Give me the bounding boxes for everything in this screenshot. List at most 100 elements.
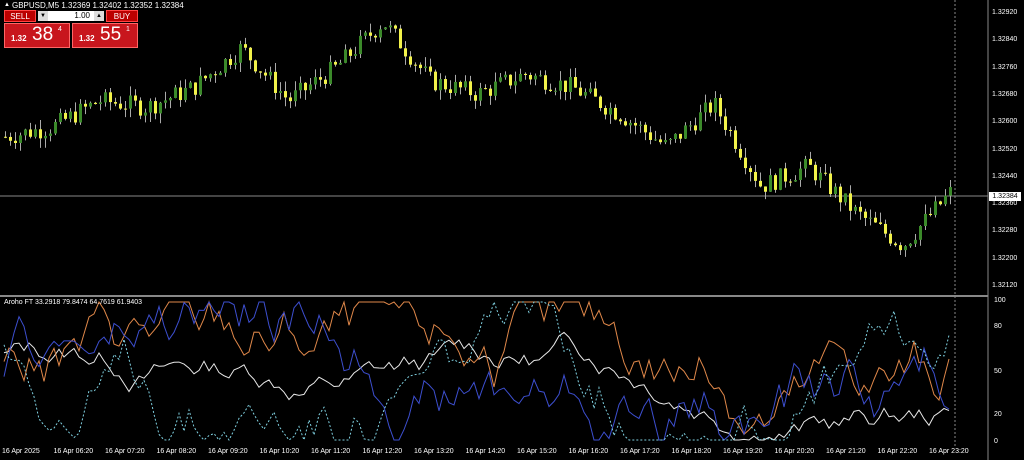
candle-body — [899, 245, 902, 251]
candle-body — [424, 66, 427, 69]
price-chart[interactable] — [0, 0, 1024, 460]
time-axis-label: 16 Apr 14:20 — [465, 448, 506, 455]
time-axis-label: 16 Apr 16:20 — [568, 448, 609, 455]
candle-body — [829, 173, 832, 195]
candle-body — [739, 148, 742, 158]
time-axis-label: 16 Apr 17:20 — [620, 448, 660, 455]
candle-body — [299, 82, 302, 91]
candle-body — [649, 132, 652, 140]
candle-body — [164, 100, 167, 103]
candle-body — [234, 62, 237, 65]
candle-body — [189, 82, 192, 88]
price-axis-label: 1.32840 — [992, 36, 1018, 44]
indicator-line — [3, 301, 950, 441]
candle-body — [849, 193, 852, 211]
candle-body — [869, 217, 872, 219]
indicator-line — [3, 300, 950, 442]
candle-body — [214, 74, 217, 76]
candle-body — [359, 35, 362, 55]
candle-body — [259, 71, 262, 73]
candle-body — [154, 101, 157, 114]
candle-body — [694, 125, 697, 131]
candle-body — [679, 133, 682, 139]
candle-body — [89, 102, 92, 107]
time-axis-label: 16 Apr 20:20 — [774, 448, 815, 455]
candle-body — [269, 71, 272, 76]
indicator-line — [3, 331, 950, 441]
candle-body — [124, 108, 127, 110]
candle-body — [94, 102, 97, 105]
candle-body — [519, 73, 522, 82]
candle-body — [774, 175, 777, 190]
candle-body — [99, 102, 102, 105]
candle-body — [719, 97, 722, 117]
candle-body — [354, 54, 357, 56]
candle-body — [279, 91, 282, 93]
time-axis-label: 16 Apr 22:20 — [877, 448, 918, 455]
candle-body — [609, 107, 612, 115]
candle-body — [384, 27, 387, 30]
price-axis-label: 1.32120 — [992, 282, 1018, 289]
candle-body — [554, 90, 557, 92]
candle-body — [144, 112, 147, 116]
candle-body — [364, 32, 367, 36]
buy-button[interactable]: BUY — [106, 10, 138, 22]
candle-body — [594, 88, 597, 97]
candle-body — [669, 138, 672, 141]
candle-body — [64, 112, 67, 119]
price-axis-label: 1.32520 — [992, 145, 1018, 153]
candle-body — [929, 213, 932, 216]
time-axis-label: 16 Apr 06:20 — [53, 448, 94, 455]
candle-body — [69, 111, 72, 119]
candle-body — [74, 111, 77, 123]
price-axis-label: 1.32360 — [992, 200, 1018, 208]
lot-increase-icon[interactable]: ▲ — [94, 11, 104, 21]
candle-body — [834, 186, 837, 195]
candle-body — [859, 206, 862, 212]
candle-body — [409, 56, 412, 65]
candle-body — [54, 121, 57, 134]
candle-body — [524, 73, 527, 75]
candle-body — [804, 158, 807, 169]
buy-price-button[interactable]: 1.32 55 1 — [72, 23, 138, 48]
candle-body — [634, 122, 637, 126]
candle-body — [104, 92, 107, 103]
price-axis-label: 1.32600 — [992, 118, 1018, 126]
candle-body — [539, 75, 542, 77]
candle-body — [579, 87, 582, 96]
collapse-arrow-icon[interactable]: ▲ — [4, 2, 10, 8]
candle-body — [459, 81, 462, 88]
candle-body — [489, 88, 492, 96]
sell-price-pips: 38 — [32, 24, 54, 45]
price-axis-label: 1.32920 — [992, 9, 1018, 16]
candle-body — [199, 75, 202, 95]
candle-body — [14, 140, 17, 144]
time-axis-label: 16 Apr 23:20 — [929, 448, 969, 455]
sell-price-fraction: 4 — [58, 26, 62, 33]
time-axis-label: 16 Apr 07:20 — [105, 448, 145, 455]
candle-body — [134, 95, 137, 101]
buy-price-pips: 55 — [100, 24, 122, 45]
candle-body — [344, 49, 347, 63]
candle-body — [444, 79, 447, 90]
indicator-level-label: 0 — [994, 438, 998, 445]
candle-body — [584, 92, 587, 96]
candle-body — [49, 133, 52, 136]
one-click-trade-panel: SELL 1.00 ▼ ▲ BUY 1.32 38 4 1.32 55 1 — [4, 10, 138, 48]
candle-body — [659, 139, 662, 143]
candle-body — [379, 29, 382, 38]
time-axis-label: 16 Apr 08:20 — [156, 448, 197, 455]
candle-body — [464, 81, 467, 88]
price-axis-label: 1.32440 — [992, 172, 1018, 180]
candle-body — [19, 135, 22, 144]
candle-body — [334, 61, 337, 65]
candle-body — [854, 206, 857, 211]
candle-body — [24, 129, 27, 136]
candle-body — [779, 168, 782, 190]
lot-decrease-icon[interactable]: ▼ — [38, 11, 48, 21]
sell-price-button[interactable]: 1.32 38 4 — [4, 23, 70, 48]
candle-body — [479, 88, 482, 101]
candle-body — [599, 96, 602, 109]
candle-body — [404, 48, 407, 57]
sell-button[interactable]: SELL — [4, 10, 36, 22]
